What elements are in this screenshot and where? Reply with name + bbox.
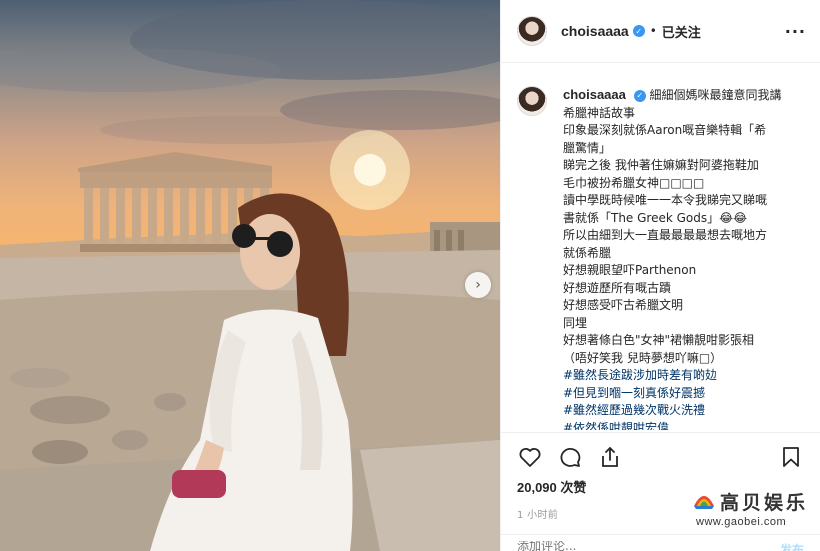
post-header: choisaaaa ✓ • 已关注 ··· [501, 0, 820, 63]
caption-line: 好想親眼望吓Parthenon [563, 263, 697, 277]
caption-avatar[interactable] [517, 86, 547, 116]
comment-box: 发布 [501, 534, 820, 551]
header-separator: • [649, 24, 657, 38]
caption-line: 毛巾被扮希臘女神□□□□ [563, 175, 705, 190]
likes-label: 次赞 [560, 480, 587, 495]
caption-line: 睇完之後 我仲著住嫲嫲對阿婆拖鞋加 [563, 158, 759, 172]
comment-input[interactable] [517, 541, 717, 551]
caption-line: 書就係「The Greek Gods」😂😂 [563, 210, 748, 225]
caption-line: 印象最深刻就係Aaron嘅音樂特輯「希 [563, 123, 767, 137]
acropolis-scene [0, 0, 500, 551]
avatar[interactable] [517, 16, 547, 46]
caption-line: 就係希臘 [563, 245, 612, 260]
caption-line-first: choisaaaa ✓ 細細個媽咪最鐘意同我講 [563, 86, 803, 105]
watermark-url: www.gaobei.com [696, 516, 787, 528]
verified-badge-icon: ✓ [632, 25, 645, 37]
verified-badge-icon: ✓ [633, 89, 646, 102]
share-icon [602, 446, 618, 467]
post-side-panel: choisaaaa ✓ • 已关注 ··· choisaaaa ✓ 細細個媽咪最… [500, 0, 820, 551]
caption-line: 好想遊歷所有嘅古蹟 [563, 280, 672, 295]
caption-line: 好想感受吓古希臘文明 [563, 298, 684, 312]
watermark-title: 高贝娱乐 [720, 492, 809, 514]
hashtag-link[interactable]: #雖然經歷過幾次戰火洗禮 [563, 402, 803, 420]
hashtag-link[interactable]: #但見到嗰一刻真係好震撼 [563, 385, 803, 403]
caption-line: 細細個媽咪最鐘意同我講 [649, 88, 782, 102]
caption-line: 希臘神話故事 [563, 105, 636, 120]
site-watermark: 高贝娱乐 www.gaobei.com [690, 486, 810, 534]
header-username[interactable]: choisaaaa [561, 23, 629, 39]
comment-icon [560, 448, 581, 467]
post-comment-button[interactable]: 发布 [780, 541, 804, 551]
like-button[interactable] [517, 444, 543, 470]
next-photo-button[interactable]: › [465, 272, 491, 298]
hashtag-link[interactable]: #依然係咁靚咁宏偉 [563, 420, 803, 431]
caption-line: 臘驚情」 [563, 140, 612, 155]
more-options-icon[interactable]: ··· [785, 22, 806, 41]
caption: choisaaaa ✓ 細細個媽咪最鐘意同我講 希臘神話故事 印象最深刻就係Aa… [517, 86, 806, 430]
follow-status-button[interactable]: 已关注 [662, 22, 701, 41]
likes-number: 20,090 [517, 480, 557, 495]
post-photo[interactable]: › [0, 0, 500, 551]
action-icon-row [517, 433, 804, 481]
caption-line: 所以由細到大一直最最最最想去嘅地方 [563, 228, 768, 242]
watermark-logo-icon [694, 496, 714, 509]
caption-line: （唔好笑我 兒時夢想吖嘛□） [563, 350, 723, 365]
caption-text: choisaaaa ✓ 細細個媽咪最鐘意同我講 希臘神話故事 印象最深刻就係Aa… [563, 86, 803, 430]
caption-line: 讀中學既時候唯一一本令我睇完又睇嘅 [563, 193, 768, 207]
heart-icon [519, 448, 541, 467]
hashtag-link[interactable]: #雖然長途跋涉加時差有啲攰 [563, 367, 803, 385]
chevron-right-icon: › [475, 277, 481, 293]
share-button[interactable] [597, 444, 623, 470]
caption-scroll-area[interactable]: choisaaaa ✓ 細細個媽咪最鐘意同我講 希臘神話故事 印象最深刻就係Aa… [501, 64, 820, 430]
save-button[interactable] [778, 444, 804, 470]
caption-line: 同埋 [563, 315, 588, 330]
comment-button[interactable] [557, 444, 583, 470]
caption-username[interactable]: choisaaaa [563, 87, 626, 102]
bookmark-icon [783, 447, 799, 467]
caption-line: 好想著條白色"女神"裙懶靚咁影張相 [563, 333, 755, 347]
